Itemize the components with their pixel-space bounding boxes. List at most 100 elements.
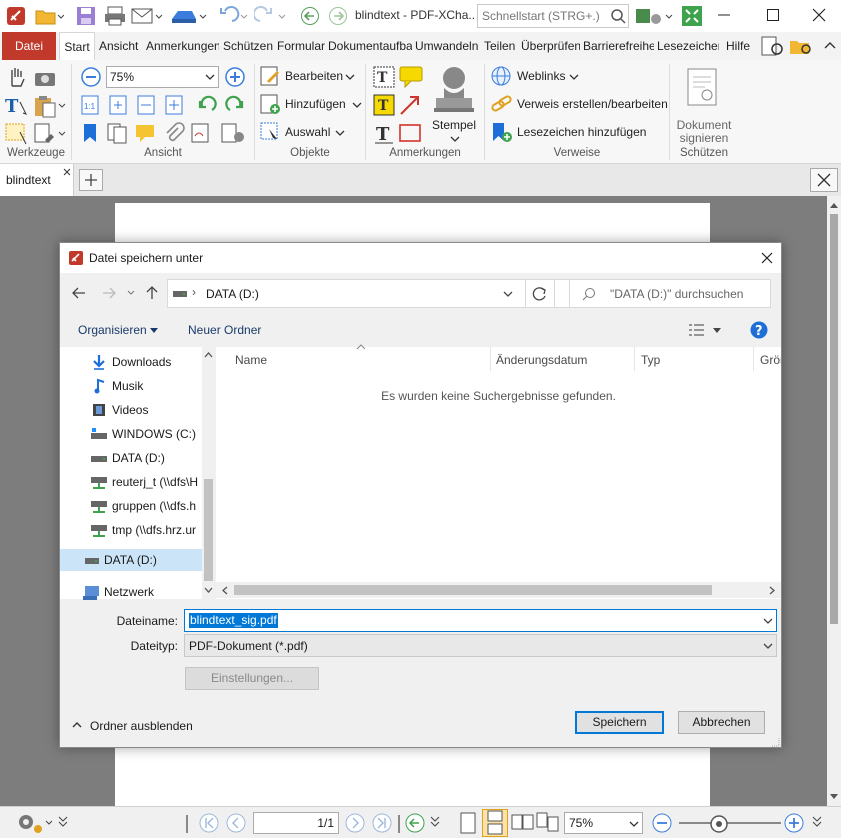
filename-input[interactable]: blindtext_sig.pdf [184,609,777,632]
text-icon[interactable]: T [372,121,396,145]
snapshot-icon[interactable] [33,68,57,88]
stamp-icon[interactable] [432,64,476,118]
scroll-thumb[interactable] [234,585,712,595]
fit-visible-icon[interactable] [164,94,184,116]
dokument-signieren-line1[interactable]: Dokument [670,118,738,132]
address-text[interactable]: DATA (D:) [206,287,259,301]
save-button[interactable]: Speichern [575,711,664,734]
help-icon[interactable]: ? [750,321,768,339]
single-page-view-icon[interactable] [458,811,478,835]
tab-start[interactable]: Start [59,32,95,60]
double-chevron-down-icon[interactable] [430,816,440,828]
comments-icon[interactable] [134,122,158,144]
doc-tab-blindtext[interactable]: blindtext [0,164,74,196]
organize-button[interactable]: Organisieren [78,323,147,337]
weblinks-label[interactable]: Weblinks [517,69,565,83]
collapse-ribbon-icon[interactable] [824,40,836,50]
facing-continuous-icon[interactable] [536,811,560,835]
nav-item-reuterj[interactable]: reuterj_t (\\dfs\H [60,471,202,493]
last-page-icon[interactable] [371,812,393,834]
chevron-down-icon[interactable] [713,328,721,334]
zoom-in-icon[interactable] [783,812,805,834]
scan-icon[interactable] [170,5,208,27]
attachment-icon[interactable] [162,122,186,144]
chevron-down-icon[interactable] [569,73,579,81]
rotate-left-icon[interactable] [196,94,218,116]
new-folder-button[interactable]: Neuer Ordner [188,323,261,337]
clipboard-icon[interactable] [33,94,67,118]
link-icon[interactable] [490,93,514,115]
scroll-thumb[interactable] [830,214,838,624]
fullscreen-icon[interactable] [680,4,704,28]
close-icon[interactable] [812,8,826,22]
verweis-label[interactable]: Verweis erstellen/bearbeiten [517,97,668,111]
hand-tool-icon[interactable] [6,66,28,88]
column-header-name[interactable]: Name [235,347,485,373]
pages-icon[interactable] [106,122,130,144]
status-zoom-select[interactable]: 75% [564,812,643,834]
open-folder-icon[interactable] [34,5,64,27]
tab-barrierefreiheit[interactable]: Barrierefreiheit [583,32,654,60]
tab-umwandeln[interactable]: Umwandeln [415,32,479,60]
stempel-label[interactable]: Stempel [432,118,476,132]
chevron-down-icon[interactable] [763,618,773,626]
column-header-date[interactable]: Änderungsdatum [496,347,631,373]
vertical-scrollbar[interactable] [827,196,841,806]
redo-icon[interactable] [254,5,288,27]
hide-folders-toggle[interactable]: Ordner ausblenden [90,719,193,733]
tab-datei[interactable]: Datei [2,32,56,60]
document-tools-icon[interactable] [33,122,67,146]
lesezeichen-label[interactable]: Lesezeichen hinzufügen [517,125,646,139]
close-document-button[interactable] [810,168,838,192]
area-select-icon[interactable] [4,122,30,146]
sticky-note-icon[interactable] [398,65,424,89]
actual-size-icon[interactable]: 1:1 [80,94,100,116]
chevron-down-icon[interactable] [352,101,362,109]
bearbeiten-label[interactable]: Bearbeiten [285,69,343,83]
bookmark-icon[interactable] [80,122,100,144]
nav-item-musik[interactable]: Musik [60,375,202,397]
minimize-icon[interactable] [717,8,731,22]
tab-ansicht[interactable]: Ansicht [99,32,143,60]
zoom-select[interactable]: 75% [106,66,219,88]
email-icon[interactable] [130,5,164,27]
view-options-icon[interactable] [688,323,706,337]
zoom-slider-track[interactable] [679,822,781,824]
nav-scrollbar[interactable] [202,347,215,599]
tab-ueberpruefen[interactable]: Überprüfen [521,32,580,60]
tab-dokumentaufbau[interactable]: Dokumentaufbau [328,32,412,60]
nav-item-data-d[interactable]: DATA (D:) [60,447,202,469]
textbox-icon[interactable]: T [372,93,396,117]
hinzufuegen-label[interactable]: Hinzufügen [285,97,346,111]
back-arrow-icon[interactable] [72,287,86,299]
print-icon[interactable] [103,5,127,27]
dialog-close-icon[interactable] [761,252,773,264]
folder-search-icon[interactable] [788,35,814,57]
certificate-icon[interactable] [685,67,721,109]
dokument-signieren-line2[interactable]: signieren [670,131,738,145]
nav-item-selected-data-d[interactable]: DATA (D:) [60,549,202,571]
globe-icon[interactable] [490,65,514,87]
signatures-icon[interactable] [190,122,214,144]
nav-item-gruppen[interactable]: gruppen (\\dfs.h [60,495,202,517]
prev-page-icon[interactable] [225,812,247,834]
undo-icon[interactable] [216,5,250,27]
chevron-up-icon[interactable] [72,721,82,729]
quick-search-input[interactable]: Schnellstart (STRG+.) [477,4,629,28]
tab-lesezeichen[interactable]: Lesezeichen [657,32,719,60]
scroll-down-arrow-icon[interactable] [830,794,838,800]
new-tab-button[interactable] [79,169,103,191]
chevron-down-icon[interactable] [150,328,158,334]
page-number-input[interactable]: 1/1 [253,812,339,834]
typewriter-icon[interactable]: T [372,65,396,89]
filetype-select[interactable]: PDF-Dokument (*.pdf) [184,634,777,657]
scroll-up-arrow-icon[interactable] [830,202,838,208]
nav-item-downloads[interactable]: Downloads [60,351,202,373]
maximize-icon[interactable] [766,8,780,22]
nav-item-tmp[interactable]: tmp (\\dfs.hrz.ur [60,519,202,541]
address-dropdown-icon[interactable] [503,291,513,299]
forward-arrow-icon[interactable] [102,287,116,299]
select-objects-icon[interactable] [259,121,281,143]
double-chevron-down-icon[interactable] [58,816,68,828]
settings-button[interactable]: Einstellungen... [185,667,319,690]
